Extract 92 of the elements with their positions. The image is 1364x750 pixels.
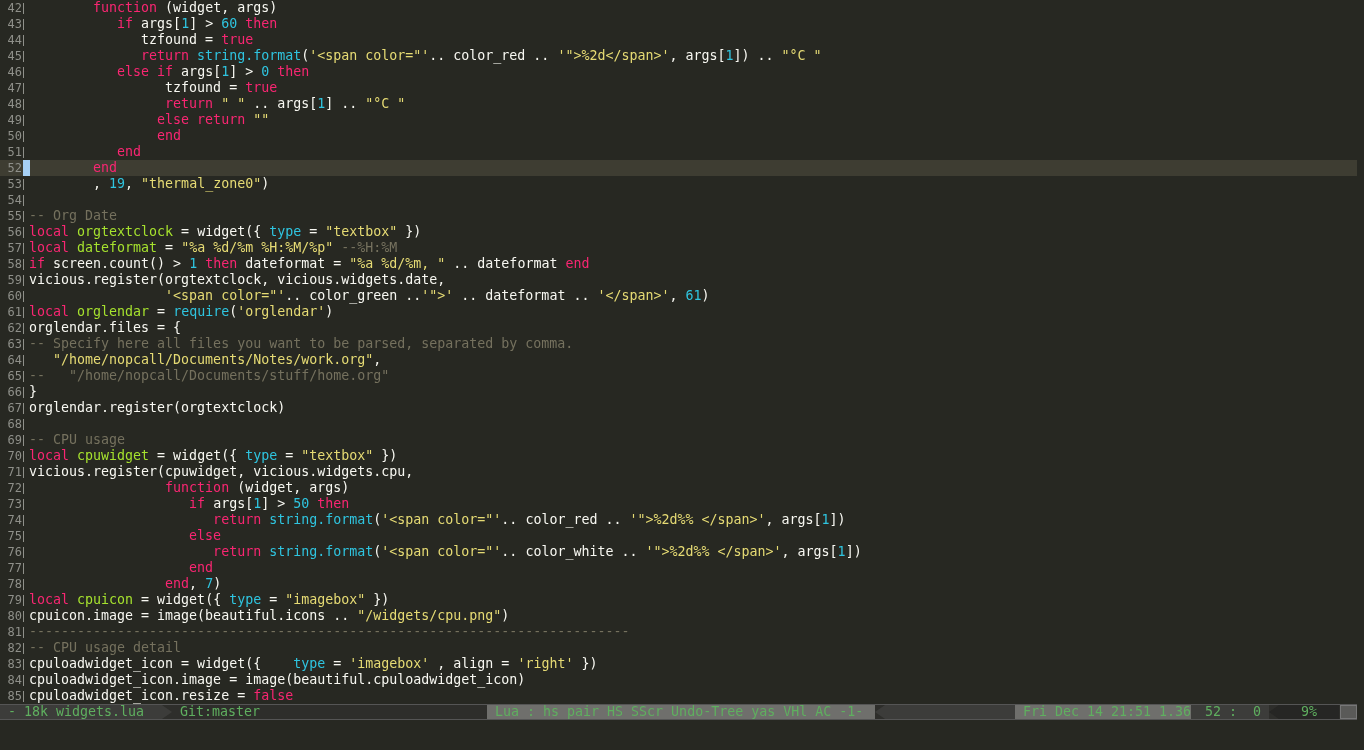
code-line: return string.format('<span color="'.. color_red .. '">%2d%% </span>', args[1]): [212, 512, 846, 528]
code-line: end: [116, 144, 142, 160]
mode-line-segment: Lua : hs pair HS SScr Undo-Tree yas VHl AC -1-: [487, 705, 875, 719]
line-number: 55: [6, 208, 22, 224]
code-line: local cpuwidget = widget({ type = "textbox" }): [29, 448, 398, 464]
code-line: if args[1] > 60 then: [116, 16, 278, 32]
line-number: 64: [6, 352, 22, 368]
mode-line-segment: Fri Dec 14 21:51 1.36: [1015, 705, 1191, 719]
line-number: 70: [6, 448, 22, 464]
line-number: 76: [6, 544, 22, 560]
line-number: 72: [6, 480, 22, 496]
code-line: function (widget, args): [164, 480, 350, 496]
line-number: 66: [6, 384, 22, 400]
code-line: , 19, "thermal_zone0"): [92, 176, 270, 192]
code-line: "/home/nopcall/Documents/Notes/work.org",: [52, 352, 382, 368]
line-number: 80: [6, 608, 22, 624]
code-line: cpuicon.image = image(beautiful.icons .. "/widgets/cpu.png"): [29, 608, 510, 624]
code-line: }: [29, 384, 37, 400]
line-number: 84: [6, 672, 22, 688]
code-line: end: [188, 560, 214, 576]
line-number: 82: [6, 640, 22, 656]
code-line: local orglendar = require('orglendar'): [29, 304, 334, 320]
line-number: 58: [6, 256, 22, 272]
code-line: -- "/home/nopcall/Documents/stuff/home.org": [29, 368, 390, 384]
code-line: orglendar.files = {: [29, 320, 182, 336]
code-line: orglendar.register(orgtextclock): [29, 400, 286, 416]
line-number: 75: [6, 528, 22, 544]
line-number: 51: [6, 144, 22, 160]
code-line: cpuloadwidget_icon.resize = false: [29, 688, 294, 704]
line-number: 68: [6, 416, 22, 432]
line-number: 45: [6, 48, 22, 64]
code-line: -- CPU usage detail: [29, 640, 182, 656]
code-line: ---------------------------------------------------------------------------: [29, 624, 630, 640]
code-line: vicious.register(orgtextclock, vicious.widgets.date,: [29, 272, 446, 288]
line-number: 52: [6, 160, 22, 176]
code-line: tzfound = true: [140, 32, 254, 48]
code-line: end, 7): [164, 576, 222, 592]
powerline-arrow-icon: [162, 705, 172, 719]
line-number: 47: [6, 80, 22, 96]
line-number: 49: [6, 112, 22, 128]
code-line: -- Specify here all files you want to be parsed, separated by comma.: [29, 336, 574, 352]
line-number: 78: [6, 576, 22, 592]
line-number: 53: [6, 176, 22, 192]
line-number: 71: [6, 464, 22, 480]
code-line: -- CPU usage: [29, 432, 126, 448]
code-line: return " " .. args[1] .. "°C ": [164, 96, 406, 112]
line-number: 42: [6, 0, 22, 16]
code-line: end: [156, 128, 182, 144]
code-line: return string.format('<span color="'.. color_red .. '">%2d</span>', args[1]) .. "°C ": [140, 48, 822, 64]
line-number: 61: [6, 304, 22, 320]
code-line: if screen.count() > 1 then dateformat = "%a %d/%m, " .. dateformat end: [29, 256, 590, 272]
code-line: local dateformat = "%a %d/%m %H:%M/%p" --%H:%M: [29, 240, 398, 256]
code-line: -- Org Date: [29, 208, 118, 224]
code-line: else: [188, 528, 222, 544]
code-line: '<span color="'.. color_green ..'">' .. dateformat .. '</span>', 61): [164, 288, 710, 304]
code-line: vicious.register(cpuwidget, vicious.widgets.cpu,: [29, 464, 414, 480]
line-number: 65: [6, 368, 22, 384]
line-number: 83: [6, 656, 22, 672]
line-number: 67: [6, 400, 22, 416]
line-number: 44: [6, 32, 22, 48]
line-number: 46: [6, 64, 22, 80]
text-cursor: [23, 160, 30, 176]
code-line: else if args[1] > 0 then: [116, 64, 310, 80]
code-line: local cpuicon = widget({ type = "imagebox" }): [29, 592, 390, 608]
line-number: 79: [6, 592, 22, 608]
line-number: 60: [6, 288, 22, 304]
code-line: cpuloadwidget_icon = widget({ type = 'imagebox' , align = 'right' }): [29, 656, 598, 672]
code-line: cpuloadwidget_icon.image = image(beautiful.cpuloadwidget_icon): [29, 672, 526, 688]
line-number: 85: [6, 688, 22, 704]
code-line: end: [92, 160, 118, 176]
mode-line-segment: 52 : 0: [1191, 705, 1269, 719]
line-number: 43: [6, 16, 22, 32]
code-line: tzfound = true: [164, 80, 278, 96]
line-number: 54: [6, 192, 22, 208]
line-number: 57: [6, 240, 22, 256]
code-line: local orgtextclock = widget({ type = "textbox" }): [29, 224, 422, 240]
code-line: return string.format('<span color="'.. color_white .. '">%2d%% </span>', args[1]): [212, 544, 862, 560]
line-number: 59: [6, 272, 22, 288]
line-number: 50: [6, 128, 22, 144]
line-number: 81: [6, 624, 22, 640]
line-number: 62: [6, 320, 22, 336]
line-number: 77: [6, 560, 22, 576]
powerline-arrow-icon: [875, 705, 885, 719]
line-number: 73: [6, 496, 22, 512]
line-number: 63: [6, 336, 22, 352]
line-number: 48: [6, 96, 22, 112]
code-line: if args[1] > 50 then: [188, 496, 350, 512]
line-number: 56: [6, 224, 22, 240]
code-line: function (widget, args): [92, 0, 278, 16]
line-number: 69: [6, 432, 22, 448]
code-line: else return "": [156, 112, 270, 128]
line-number: 74: [6, 512, 22, 528]
